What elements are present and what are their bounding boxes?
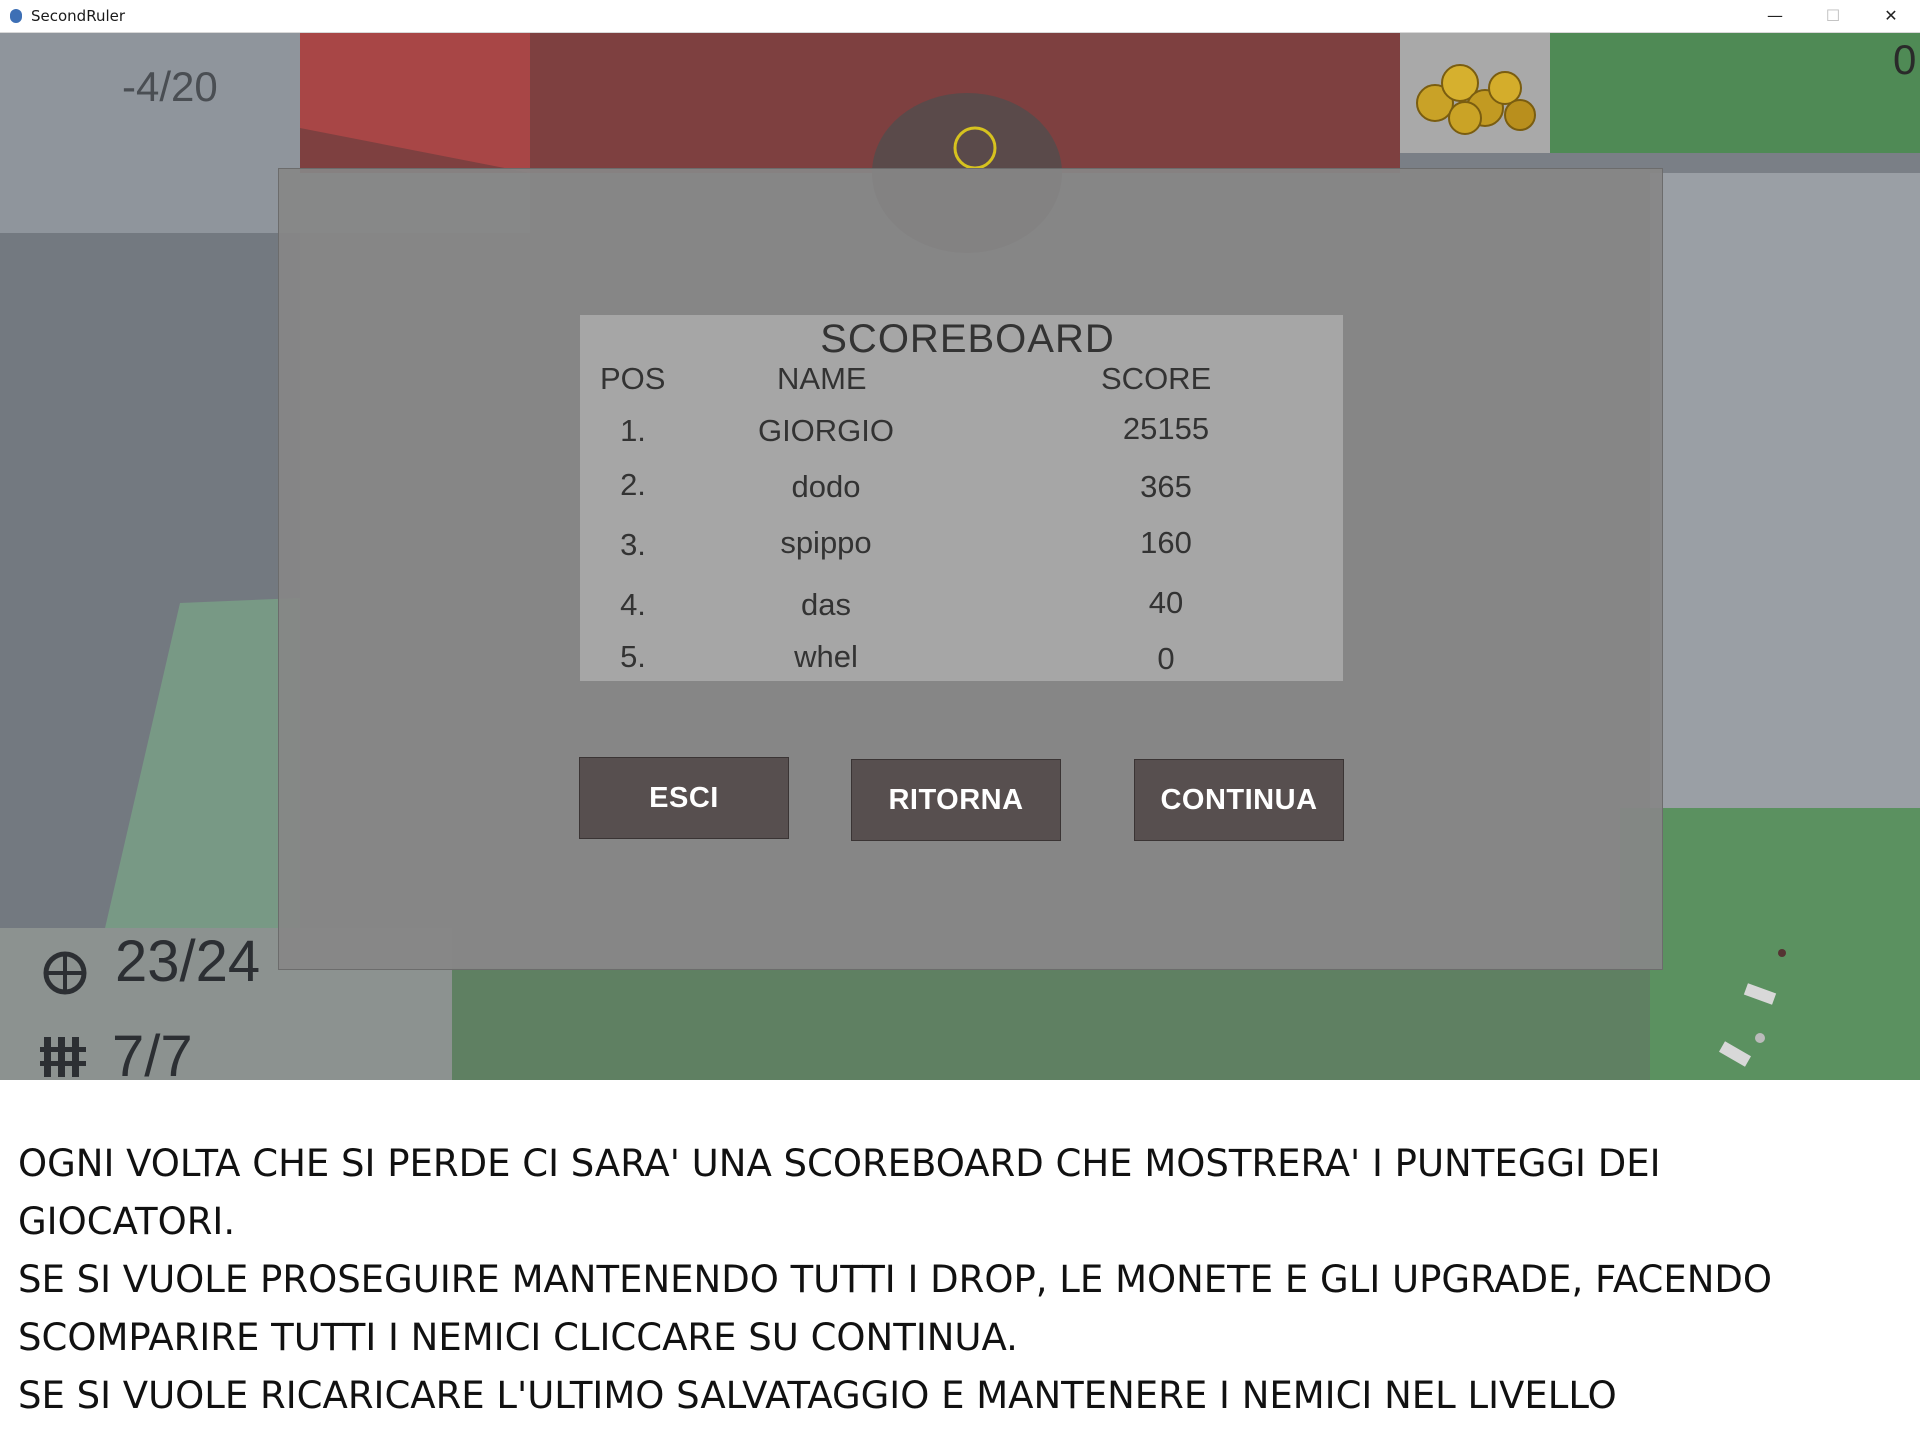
crosshair-icon bbox=[43, 951, 87, 995]
row-pos: 1. bbox=[620, 413, 646, 448]
caption-line: SCOMPARIRE TUTTI I NEMICI CLICCARE SU CO… bbox=[18, 1316, 1018, 1359]
row-score: 365 bbox=[1140, 469, 1192, 504]
back-button[interactable]: RITORNA bbox=[851, 759, 1061, 841]
gold-coins-icon bbox=[1416, 64, 1536, 135]
row-score: 40 bbox=[1148, 585, 1184, 620]
game-viewport[interactable]: -4/20 0 23/24 7/7 SCOREBOARD POS NAME SC… bbox=[0, 33, 1920, 1080]
row-pos: 2. bbox=[620, 467, 646, 502]
caption-line: SE SI VUOLE RICARICARE L'ULTIMO SALVATAG… bbox=[18, 1374, 1617, 1417]
row-name: GIORGIO bbox=[757, 413, 895, 448]
window-titlebar: SecondRuler — ☐ ✕ bbox=[0, 0, 1920, 33]
caption-line: GIOCATORI. bbox=[18, 1200, 236, 1243]
caption-line: OGNI VOLTA CHE SI PERDE CI SARA' UNA SCO… bbox=[18, 1142, 1661, 1185]
row-name: whel bbox=[794, 639, 858, 674]
row-pos: 5. bbox=[620, 639, 646, 674]
caption-line: SE SI VUOLE PROSEGUIRE MANTENENDO TUTTI … bbox=[18, 1258, 1773, 1301]
drone-icon bbox=[1719, 949, 1786, 1067]
row-score: 0 bbox=[1157, 641, 1175, 676]
pillar-right bbox=[1650, 173, 1920, 833]
coins-counter: 0 bbox=[1893, 36, 1917, 83]
header-pos: POS bbox=[600, 361, 666, 396]
magazines-counter: 7/7 bbox=[112, 1024, 193, 1080]
row-pos: 3. bbox=[620, 527, 646, 562]
instructions-caption: OGNI VOLTA CHE SI PERDE CI SARA' UNA SCO… bbox=[18, 1135, 1908, 1425]
window-title: SecondRuler bbox=[31, 7, 126, 25]
row-score: 25155 bbox=[1122, 411, 1210, 446]
row-name: spippo bbox=[780, 525, 872, 560]
grass-bottom bbox=[450, 968, 1650, 1080]
scoreboard-title: SCOREBOARD bbox=[820, 317, 1115, 361]
grass-top-right bbox=[1550, 33, 1920, 153]
wave-counter: -4/20 bbox=[122, 63, 218, 110]
app-icon bbox=[10, 9, 22, 23]
continue-button[interactable]: CONTINUA bbox=[1134, 759, 1344, 841]
bullets-icon bbox=[40, 1037, 86, 1077]
row-name: dodo bbox=[791, 469, 861, 504]
row-pos: 4. bbox=[620, 587, 646, 622]
maximize-button[interactable]: ☐ bbox=[1804, 0, 1862, 32]
close-button[interactable]: ✕ bbox=[1862, 0, 1920, 32]
row-name: das bbox=[801, 587, 851, 622]
exit-button[interactable]: ESCI bbox=[579, 757, 789, 839]
pause-modal: SCOREBOARD POS NAME SCORE 1. GIORGIO 251… bbox=[278, 168, 1663, 970]
header-name: NAME bbox=[777, 361, 867, 396]
scoreboard-panel: SCOREBOARD POS NAME SCORE 1. GIORGIO 251… bbox=[580, 315, 1343, 681]
ammo-counter: 23/24 bbox=[115, 929, 261, 994]
minimize-button[interactable]: — bbox=[1746, 0, 1804, 32]
row-score: 160 bbox=[1140, 525, 1192, 560]
header-score: SCORE bbox=[1101, 361, 1212, 396]
